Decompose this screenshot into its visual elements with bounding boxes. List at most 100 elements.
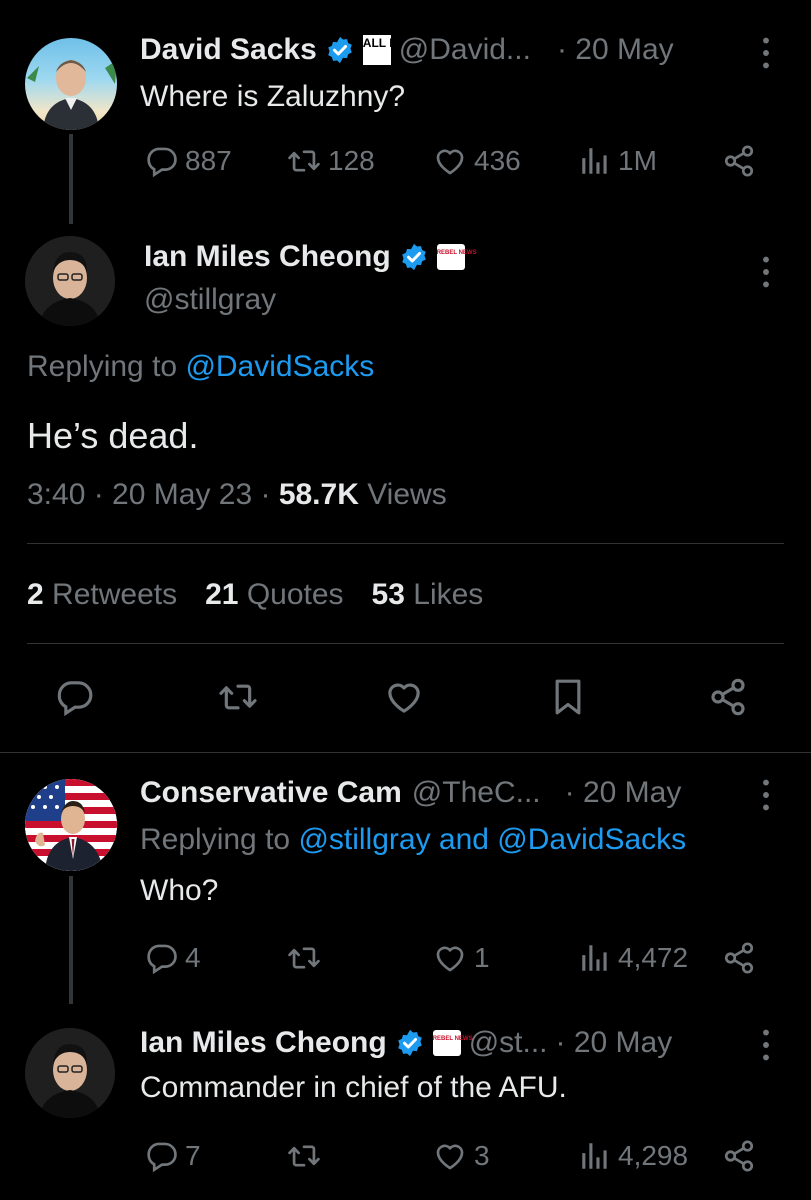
retweet-button[interactable] [286, 1139, 322, 1173]
share-button[interactable] [722, 941, 756, 975]
avatar-ian-miles-cheong[interactable] [25, 236, 115, 326]
divider [0, 752, 811, 753]
quotes-count: 21 [205, 578, 239, 611]
retweet-icon [286, 941, 322, 975]
like-count: 436 [474, 145, 521, 176]
more-icon[interactable] [760, 36, 772, 70]
tweet-text: Who? [140, 874, 219, 907]
quotes-stat[interactable]: 21 Quotes [205, 578, 343, 612]
likes-stat[interactable]: 53 Likes [372, 578, 484, 612]
more-icon[interactable] [760, 255, 772, 289]
views-icon [578, 941, 612, 975]
reply-icon [145, 1139, 179, 1173]
tweet-date[interactable]: · 20 May 23 · [94, 478, 271, 511]
thread-line [69, 134, 73, 224]
reply-button[interactable] [55, 677, 95, 717]
verified-icon [325, 35, 355, 65]
reply-button[interactable]: 4 [145, 941, 201, 975]
more-icon[interactable] [760, 778, 772, 812]
tweet-time[interactable]: 3:40 [27, 478, 85, 511]
like-button[interactable]: 3 [432, 1139, 490, 1173]
retweet-button[interactable] [286, 941, 322, 975]
reply-icon [145, 941, 179, 975]
retweet-count: 128 [328, 145, 375, 176]
like-icon [432, 1139, 468, 1173]
views-button[interactable]: 1M [578, 144, 657, 178]
like-count: 3 [474, 1140, 490, 1171]
views-button[interactable]: 4,298 [578, 1139, 688, 1173]
bookmark-button[interactable] [548, 677, 588, 717]
retweet-button[interactable]: 128 [286, 144, 375, 178]
quotes-label: Quotes [246, 578, 344, 611]
reply1-header: Conservative Cam @TheC... · 20 May [140, 776, 681, 810]
avatar-conservative-cam[interactable] [25, 779, 117, 871]
avatar-ian-miles-cheong[interactable] [25, 1028, 115, 1118]
likes-count: 53 [371, 578, 405, 611]
reply-count: 4 [185, 942, 201, 973]
likes-label: Likes [413, 578, 484, 611]
bookmark-icon [548, 677, 588, 717]
rebel-news-badge: REBEL NEWS [436, 244, 477, 270]
author-handle[interactable]: @David... [399, 33, 531, 67]
divider [27, 543, 784, 544]
tweet-date[interactable]: · 20 May [556, 1026, 673, 1060]
share-button[interactable] [708, 677, 748, 717]
views-count: 1M [618, 145, 657, 176]
replying-to-link[interactable]: @stillgray and @DavidSacks [298, 823, 686, 856]
retweets-stat[interactable]: 2 Retweets [27, 578, 177, 612]
replying-prefix: Replying to [140, 823, 291, 856]
replying-prefix: Replying to [27, 350, 178, 383]
author-handle[interactable]: @TheC... [412, 776, 541, 810]
author-name[interactable]: Ian Miles Cheong [140, 1026, 387, 1060]
tweet-date[interactable]: · 20 May [557, 33, 674, 67]
tweet-date[interactable]: · 20 May [565, 776, 682, 810]
reply-icon [55, 677, 95, 717]
views-count: 4,472 [618, 942, 689, 973]
share-icon [708, 677, 748, 717]
tweet-meta: 3:40 · 20 May 23 · 58.7K Views [27, 478, 447, 512]
author-handle[interactable]: @stillgray [144, 283, 276, 317]
reply-button[interactable]: 7 [145, 1139, 201, 1173]
all-in-badge: ALL IN [362, 35, 401, 65]
replying-to: Replying to @stillgray and @DavidSacks [140, 823, 686, 857]
like-button[interactable]: 1 [432, 941, 490, 975]
retweets-label: Retweets [52, 578, 178, 611]
reply-count: 7 [185, 1140, 201, 1171]
retweet-button[interactable] [217, 677, 259, 717]
retweet-icon [286, 144, 322, 178]
avatar-david-sacks[interactable] [25, 38, 117, 130]
author-handle[interactable]: @st... [469, 1026, 548, 1060]
share-icon [722, 1139, 756, 1173]
like-count: 1 [474, 942, 490, 973]
views-count: 4,298 [618, 1140, 689, 1171]
rebel-news-badge: REBEL NEWS [432, 1030, 473, 1056]
share-button[interactable] [722, 1139, 756, 1173]
views-icon [578, 1139, 612, 1173]
main-header: Ian Miles Cheong REBEL NEWS [144, 240, 477, 274]
author-name[interactable]: Conservative Cam [140, 776, 402, 810]
verified-icon [399, 242, 429, 272]
tweet1-header: David Sacks ALL IN @David... · 20 May [140, 33, 674, 67]
tweet-text: Where is Zaluzhny? [140, 80, 406, 113]
views-count: 58.7K [278, 478, 359, 511]
more-icon[interactable] [760, 1028, 772, 1062]
like-icon [432, 941, 468, 975]
tweet-text: Commander in chief of the AFU. [140, 1071, 567, 1104]
like-icon [432, 144, 468, 178]
replying-to: Replying to @DavidSacks [27, 350, 374, 384]
like-button[interactable]: 436 [432, 144, 521, 178]
views-button[interactable]: 4,472 [578, 941, 688, 975]
engagement-stats: 2 Retweets 21 Quotes 53 Likes [27, 578, 483, 612]
retweets-count: 2 [27, 578, 44, 611]
reply-icon [145, 144, 179, 178]
author-name[interactable]: David Sacks [140, 33, 317, 67]
share-icon [722, 941, 756, 975]
like-icon [383, 677, 425, 717]
like-button[interactable] [383, 677, 425, 717]
author-name[interactable]: Ian Miles Cheong [144, 240, 391, 274]
retweet-icon [217, 677, 259, 717]
reply-button[interactable]: 887 [145, 144, 232, 178]
views-icon [578, 144, 612, 178]
replying-to-link[interactable]: @DavidSacks [185, 350, 374, 383]
share-button[interactable] [722, 144, 756, 178]
